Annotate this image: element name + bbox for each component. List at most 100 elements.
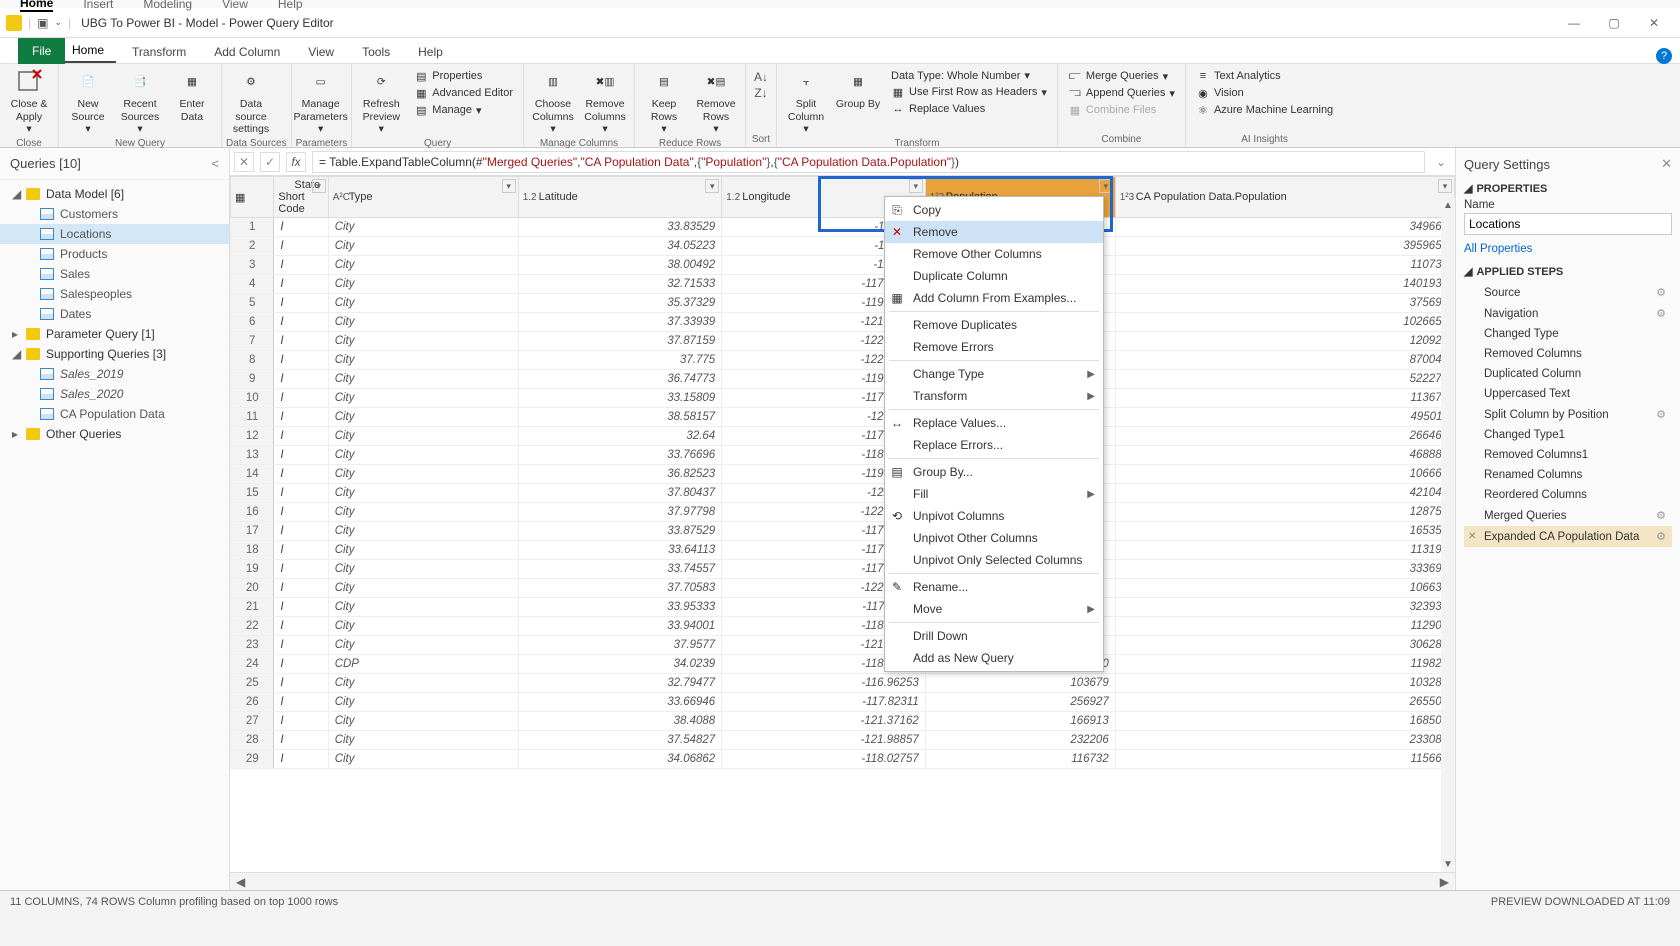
new-source-button[interactable]: 📄New Source ▾: [63, 66, 113, 138]
cell[interactable]: 33.76696: [518, 446, 722, 465]
cell[interactable]: 32.79477: [518, 674, 722, 693]
cell[interactable]: 103285: [1115, 674, 1454, 693]
row-number[interactable]: 22: [231, 617, 274, 636]
cell[interactable]: I: [274, 294, 328, 313]
cell[interactable]: 110730: [1115, 256, 1454, 275]
corner-cell[interactable]: ▦: [231, 177, 274, 218]
cell[interactable]: I: [274, 541, 328, 560]
query-node[interactable]: Salespeoples: [0, 284, 229, 304]
cell[interactable]: City: [328, 408, 518, 427]
query-node[interactable]: Sales_2020: [0, 384, 229, 404]
table-row[interactable]: 3ICity38.00492-121.805110730: [231, 256, 1455, 275]
cell[interactable]: City: [328, 313, 518, 332]
cell[interactable]: 106666: [1115, 465, 1454, 484]
top-view[interactable]: View: [222, 0, 248, 11]
folder-node[interactable]: ▸Parameter Query [1]: [0, 324, 229, 344]
row-number[interactable]: 25: [231, 674, 274, 693]
cell[interactable]: 37.54827: [518, 731, 722, 750]
gear-icon[interactable]: ⚙: [1656, 307, 1666, 320]
applied-step[interactable]: Changed Type: [1464, 324, 1672, 344]
menu-item[interactable]: Fill▶: [885, 483, 1103, 505]
menu-item[interactable]: Change Type▶: [885, 363, 1103, 385]
row-number[interactable]: 15: [231, 484, 274, 503]
table-row[interactable]: 25ICity32.79477-116.96253103679103285: [231, 674, 1455, 693]
cell[interactable]: I: [274, 579, 328, 598]
table-row[interactable]: 11ICity38.58157-121.4944495011: [231, 408, 1455, 427]
applied-step[interactable]: Changed Type1: [1464, 425, 1672, 445]
row-number[interactable]: 17: [231, 522, 274, 541]
cell[interactable]: I: [274, 731, 328, 750]
cell[interactable]: 33.64113: [518, 541, 722, 560]
table-row[interactable]: 26ICity33.66946-117.82311256927265502: [231, 693, 1455, 712]
cell[interactable]: I: [274, 313, 328, 332]
cell[interactable]: 112901: [1115, 617, 1454, 636]
cell[interactable]: 265502: [1115, 693, 1454, 712]
row-number[interactable]: 27: [231, 712, 274, 731]
cell[interactable]: I: [274, 693, 328, 712]
cell[interactable]: City: [328, 541, 518, 560]
top-help[interactable]: Help: [278, 0, 303, 11]
text-analytics-button[interactable]: ≡Text Analytics: [1192, 68, 1337, 84]
cell[interactable]: 421042: [1115, 484, 1454, 503]
cell[interactable]: I: [274, 427, 328, 446]
cell[interactable]: 38.58157: [518, 408, 722, 427]
close-apply-button[interactable]: Close & Apply ▾: [4, 66, 54, 138]
table-row[interactable]: 23ICity37.9577-121.29078306283: [231, 636, 1455, 655]
row-number[interactable]: 9: [231, 370, 274, 389]
cell[interactable]: City: [328, 712, 518, 731]
filter-dropdown-icon[interactable]: ▾: [502, 179, 516, 193]
cell[interactable]: City: [328, 218, 518, 237]
cell[interactable]: I: [274, 636, 328, 655]
row-number[interactable]: 3: [231, 256, 274, 275]
table-row[interactable]: 21ICity33.95333-117.39611323935: [231, 598, 1455, 617]
properties-button[interactable]: ▤Properties: [410, 68, 517, 84]
query-node[interactable]: Sales_2019: [0, 364, 229, 384]
applied-step[interactable]: Split Column by Position⚙: [1464, 404, 1672, 425]
cell[interactable]: I: [274, 655, 328, 674]
delete-step-icon[interactable]: ✕: [1468, 531, 1476, 542]
split-column-button[interactable]: ⫟Split Column ▾: [781, 66, 831, 138]
cell[interactable]: 32.64: [518, 427, 722, 446]
cell[interactable]: I: [274, 332, 328, 351]
table-row[interactable]: 17ICity33.87529-117.56644165355: [231, 522, 1455, 541]
vision-button[interactable]: ◉Vision: [1192, 85, 1337, 101]
scroll-up-icon[interactable]: ▲: [1443, 200, 1453, 211]
menu-item[interactable]: Replace Errors...: [885, 434, 1103, 456]
cell[interactable]: City: [328, 370, 518, 389]
applied-step[interactable]: Merged Queries⚙: [1464, 505, 1672, 526]
applied-step[interactable]: Source⚙: [1464, 282, 1672, 303]
menu-item[interactable]: Add as New Query: [885, 647, 1103, 669]
query-node[interactable]: Locations: [0, 224, 229, 244]
cell[interactable]: 115669: [1115, 750, 1454, 769]
cell[interactable]: 468883: [1115, 446, 1454, 465]
gear-icon[interactable]: ⚙: [1656, 509, 1666, 522]
caret-icon[interactable]: ◢: [1464, 182, 1472, 195]
cell[interactable]: 232206: [925, 731, 1115, 750]
cell[interactable]: -121.98857: [722, 731, 926, 750]
cell[interactable]: I: [274, 750, 328, 769]
menu-item[interactable]: ⎘Copy: [885, 199, 1103, 221]
table-row[interactable]: 13ICity33.76696-118.18923468883: [231, 446, 1455, 465]
row-number[interactable]: 4: [231, 275, 274, 294]
table-row[interactable]: 22ICity33.94001-118.13257112901: [231, 617, 1455, 636]
formula-input[interactable]: = Table.ExpandTableColumn(#"Merged Queri…: [312, 151, 1425, 173]
table-row[interactable]: 12ICity32.64-117.08417266468: [231, 427, 1455, 446]
table-row[interactable]: 16ICity37.97798-122.03107128758: [231, 503, 1455, 522]
table-row[interactable]: 8ICity37.775-122.41944870044: [231, 351, 1455, 370]
all-properties-link[interactable]: All Properties: [1464, 243, 1672, 255]
cell[interactable]: 37.87159: [518, 332, 722, 351]
cell[interactable]: City: [328, 294, 518, 313]
table-row[interactable]: 2ICity34.05223-118.2433959657: [231, 237, 1455, 256]
query-node[interactable]: Products: [0, 244, 229, 264]
filter-dropdown-icon[interactable]: ▾: [312, 179, 326, 193]
settings-close-icon[interactable]: ✕: [1661, 156, 1672, 172]
cell[interactable]: 33.87529: [518, 522, 722, 541]
row-number[interactable]: 1: [231, 218, 274, 237]
top-insert[interactable]: Insert: [83, 0, 113, 11]
help-icon[interactable]: ?: [1656, 48, 1672, 64]
qat-dropdown-icon[interactable]: ⌄: [54, 17, 62, 28]
cell[interactable]: 168503: [1115, 712, 1454, 731]
manage-parameters-button[interactable]: ▭Manage Parameters ▾: [296, 66, 346, 138]
cell[interactable]: City: [328, 693, 518, 712]
cell[interactable]: -117.82311: [722, 693, 926, 712]
